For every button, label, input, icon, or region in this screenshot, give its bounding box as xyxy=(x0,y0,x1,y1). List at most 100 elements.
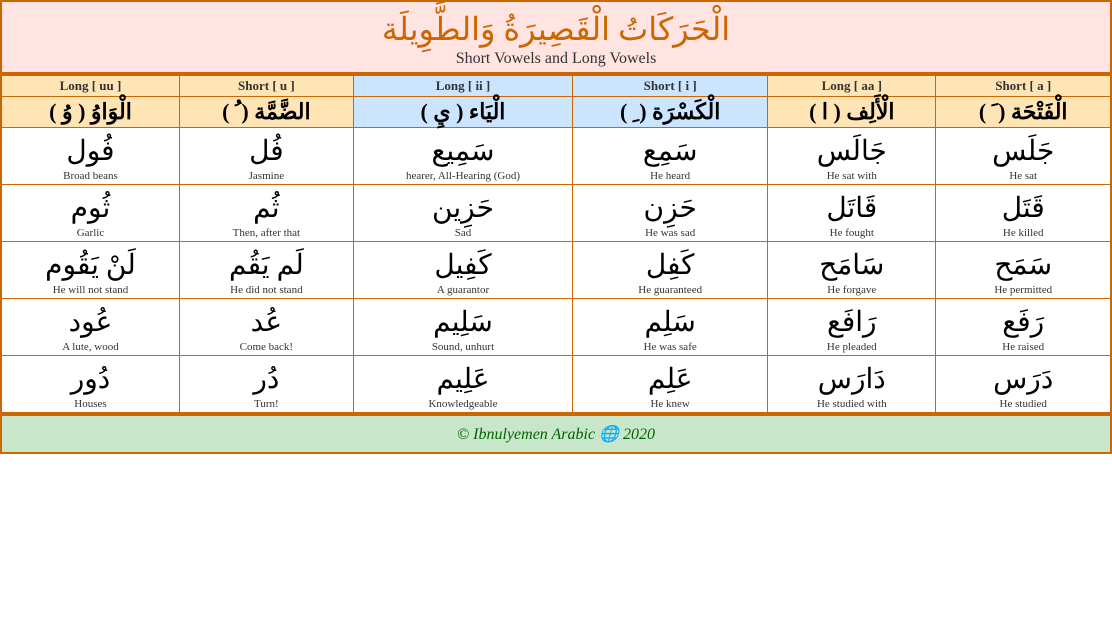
cell-r3-c4: رَافَع He pleaded xyxy=(768,299,936,356)
cell-r3-c1: عُد Come back! xyxy=(179,299,353,356)
cell-r4-c3: عَلِم He knew xyxy=(573,356,768,414)
cell-r1-c1: ثُم Then, after that xyxy=(179,185,353,242)
english-label-r3-c4: He pleaded xyxy=(772,341,931,353)
english-label-r4-c3: He knew xyxy=(577,398,763,410)
subheader-5: الْفَتْحَة ( َ ) xyxy=(936,97,1111,128)
col-header-5: Short [ a ] xyxy=(936,75,1111,97)
col-header-3: Short [ i ] xyxy=(573,75,768,97)
subheader-1: الضَّمَّة ( ُ ) xyxy=(179,97,353,128)
arabic-word-r1-c5: قَتَل xyxy=(940,187,1106,225)
arabic-word-r0-c5: جَلَس xyxy=(940,130,1106,168)
table-row-1: ثُومGarlicثُم Then, after that حَزِين Sad حَ… xyxy=(1,185,1111,242)
arabic-word-r4-c2: عَلِيم xyxy=(358,358,568,396)
cell-r2-c3: كَفِل He guaranteed xyxy=(573,242,768,299)
cell-r3-c0: عُود A lute, wood xyxy=(1,299,179,356)
cell-r2-c4: سَامَحHe forgave xyxy=(768,242,936,299)
english-label-r0-c1: Jasmine xyxy=(184,170,349,182)
cell-r4-c5: دَرَس He studied xyxy=(936,356,1111,414)
arabic-title: الْحَرَكَاتُ الْقَصِيرَةُ وَالطَّوِيلَة xyxy=(6,10,1106,48)
col-header-1: Short [ u ] xyxy=(179,75,353,97)
english-label-r3-c5: He raised xyxy=(940,341,1106,353)
arabic-word-r3-c3: سَلِم xyxy=(577,301,763,339)
subheader-2: الْيَاء ( يِ ) xyxy=(353,97,572,128)
arabic-word-r4-c5: دَرَس xyxy=(940,358,1106,396)
arabic-word-r2-c0: لَنْ يَقُوم xyxy=(6,244,175,282)
arabic-word-r0-c1: فُل xyxy=(184,130,349,168)
english-label-r2-c1: He did not stand xyxy=(184,284,349,296)
arabic-word-r4-c1: دُر xyxy=(184,358,349,396)
cell-r0-c1: فُل Jasmine xyxy=(179,128,353,185)
table-row-2: لَنْ يَقُوم He will not stand لَم يَقُم He … xyxy=(1,242,1111,299)
cell-r2-c1: لَم يَقُم He did not stand xyxy=(179,242,353,299)
arabic-word-r0-c4: جَالَس xyxy=(772,130,931,168)
arabic-word-r3-c2: سَلِيم xyxy=(358,301,568,339)
col-header-row: Long [ uu ] Short [ u ] Long [ ii ] Shor… xyxy=(1,75,1111,97)
english-label-r0-c0: Broad beans xyxy=(6,170,175,182)
cell-r1-c0: ثُومGarlic xyxy=(1,185,179,242)
cell-r1-c4: قَاتَل He fought xyxy=(768,185,936,242)
cell-r4-c4: دَارَس He studied with xyxy=(768,356,936,414)
arabic-word-r4-c3: عَلِم xyxy=(577,358,763,396)
cell-r0-c2: سَمِيع hearer, All-Hearing (God) xyxy=(353,128,572,185)
cell-r0-c0: فُول Broad beans xyxy=(1,128,179,185)
page-header: الْحَرَكَاتُ الْقَصِيرَةُ وَالطَّوِيلَة … xyxy=(0,0,1112,74)
english-label-r3-c1: Come back! xyxy=(184,341,349,353)
table-row-0: فُول Broad beans فُل Jasmine سَمِيع hearer, A… xyxy=(1,128,1111,185)
arabic-word-r1-c3: حَزِن xyxy=(577,187,763,225)
col-header-2: Long [ ii ] xyxy=(353,75,572,97)
page-wrapper: الْحَرَكَاتُ الْقَصِيرَةُ وَالطَّوِيلَة … xyxy=(0,0,1112,454)
cell-r3-c5: رَفَع He raised xyxy=(936,299,1111,356)
arabic-word-r0-c0: فُول xyxy=(6,130,175,168)
footer-text: © Ibnulyemen Arabic 🌐 2020 xyxy=(457,426,655,443)
arabic-word-r2-c4: سَامَح xyxy=(772,244,931,282)
english-title: Short Vowels and Long Vowels xyxy=(6,50,1106,68)
cell-r3-c3: سَلِم He was safe xyxy=(573,299,768,356)
english-label-r0-c2: hearer, All-Hearing (God) xyxy=(358,170,568,182)
english-label-r2-c3: He guaranteed xyxy=(577,284,763,296)
english-label-r4-c4: He studied with xyxy=(772,398,931,410)
arabic-word-r2-c2: كَفِيل xyxy=(358,244,568,282)
english-label-r1-c1: Then, after that xyxy=(184,227,349,239)
english-label-r2-c0: He will not stand xyxy=(6,284,175,296)
english-label-r4-c5: He studied xyxy=(940,398,1106,410)
cell-r3-c2: سَلِيمSound, unhurt xyxy=(353,299,572,356)
table-row-3: عُود A lute, wood عُد Come back! سَلِيمSound… xyxy=(1,299,1111,356)
arabic-word-r3-c5: رَفَع xyxy=(940,301,1106,339)
arabic-word-r3-c4: رَافَع xyxy=(772,301,931,339)
cell-r4-c1: دُرTurn! xyxy=(179,356,353,414)
english-label-r1-c4: He fought xyxy=(772,227,931,239)
cell-r2-c2: كَفِيلA guarantor xyxy=(353,242,572,299)
arabic-word-r2-c1: لَم يَقُم xyxy=(184,244,349,282)
english-label-r3-c0: A lute, wood xyxy=(6,341,175,353)
cell-r0-c4: جَالَس He sat with xyxy=(768,128,936,185)
main-table: Long [ uu ] Short [ u ] Long [ ii ] Shor… xyxy=(0,74,1112,414)
english-label-r3-c3: He was safe xyxy=(577,341,763,353)
arabic-word-r4-c4: دَارَس xyxy=(772,358,931,396)
english-label-r2-c5: He permitted xyxy=(940,284,1106,296)
subheader-row: الْوَاوُ ( وُ ) الضَّمَّة ( ُ ) الْيَاء … xyxy=(1,97,1111,128)
arabic-word-r1-c4: قَاتَل xyxy=(772,187,931,225)
cell-r1-c5: قَتَلHe killed xyxy=(936,185,1111,242)
arabic-word-r4-c0: دُور xyxy=(6,358,175,396)
cell-r4-c0: دُور Houses xyxy=(1,356,179,414)
subheader-3: الْكَسْرَة ( ِ ) xyxy=(573,97,768,128)
arabic-word-r3-c1: عُد xyxy=(184,301,349,339)
table-body: فُول Broad beans فُل Jasmine سَمِيع hearer, A… xyxy=(1,128,1111,414)
english-label-r4-c2: Knowledgeable xyxy=(358,398,568,410)
col-header-4: Long [ aa ] xyxy=(768,75,936,97)
arabic-word-r2-c3: كَفِل xyxy=(577,244,763,282)
col-header-0: Long [ uu ] xyxy=(1,75,179,97)
arabic-word-r3-c0: عُود xyxy=(6,301,175,339)
english-label-r1-c0: Garlic xyxy=(6,227,175,239)
english-label-r0-c4: He sat with xyxy=(772,170,931,182)
english-label-r1-c2: Sad xyxy=(358,227,568,239)
cell-r0-c3: سَمِعHe heard xyxy=(573,128,768,185)
english-label-r4-c0: Houses xyxy=(6,398,175,410)
english-label-r1-c3: He was sad xyxy=(577,227,763,239)
arabic-word-r0-c2: سَمِيع xyxy=(358,130,568,168)
arabic-word-r1-c1: ثُم xyxy=(184,187,349,225)
arabic-word-r1-c2: حَزِين xyxy=(358,187,568,225)
english-label-r0-c5: He sat xyxy=(940,170,1106,182)
cell-r4-c2: عَلِيم Knowledgeable xyxy=(353,356,572,414)
subheader-0: الْوَاوُ ( وُ ) xyxy=(1,97,179,128)
